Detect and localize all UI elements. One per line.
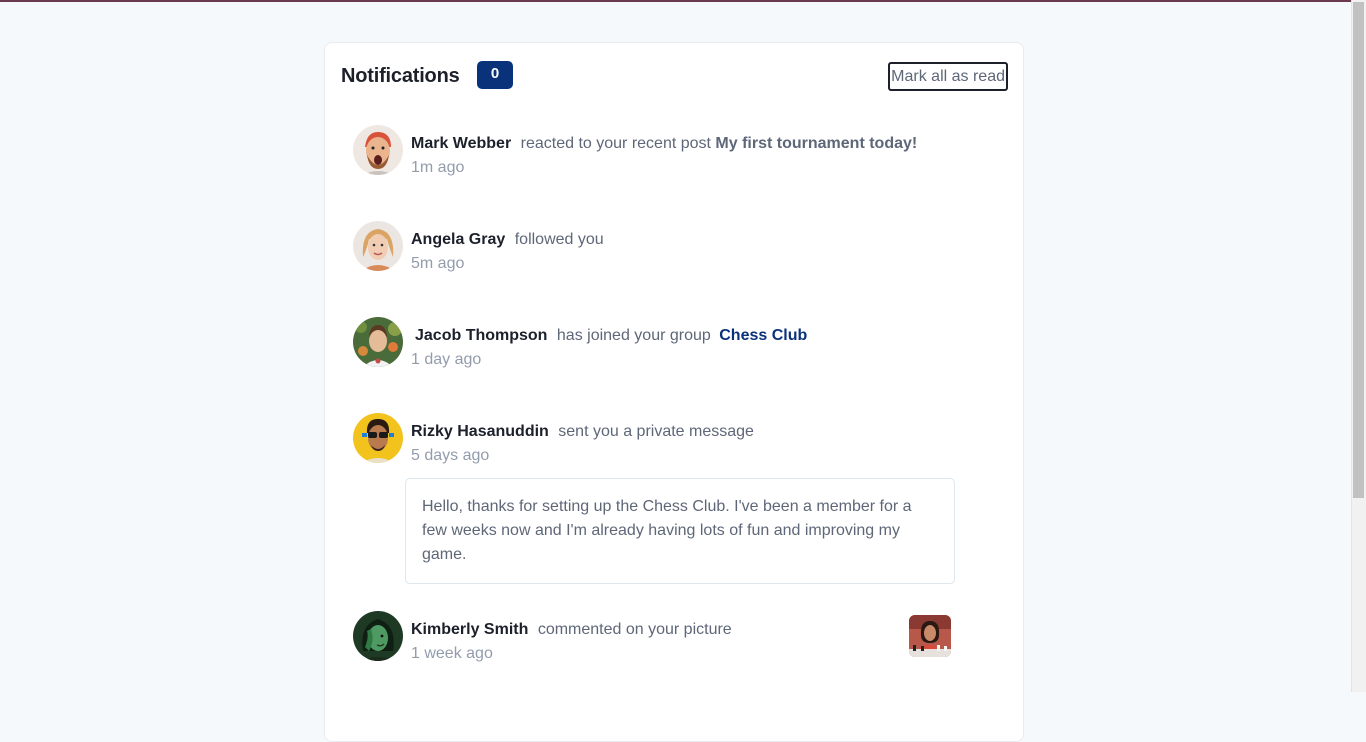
group-link[interactable]: Chess Club (719, 327, 807, 344)
notification-text: Kimberly Smith commented on your picture (411, 621, 732, 639)
mark-all-as-read-button[interactable]: Mark all as read (888, 62, 1008, 91)
chess-picture-thumbnail-icon[interactable] (909, 615, 951, 657)
unread-count-badge: 0 (477, 61, 513, 89)
user-name[interactable]: Mark Webber (411, 135, 511, 152)
notification-action: commented on your picture (537, 621, 732, 638)
user-name[interactable]: Kimberly Smith (411, 621, 528, 638)
notification-time: 1 day ago (411, 351, 482, 368)
user-name[interactable]: Jacob Thompson (415, 327, 547, 344)
notification-time: 1 week ago (411, 645, 493, 662)
page-top-border (0, 0, 1366, 2)
post-link[interactable]: My first tournament today! (715, 135, 917, 152)
notification-time: 1m ago (411, 159, 465, 176)
user-name[interactable]: Rizky Hasanuddin (411, 423, 549, 440)
notification-action: sent you a private message (558, 423, 754, 440)
avatar-icon[interactable] (353, 317, 403, 367)
user-name[interactable]: Angela Gray (411, 231, 505, 248)
avatar-icon[interactable] (353, 611, 403, 661)
notification-action: followed you (514, 231, 604, 248)
notification-time: 5m ago (411, 255, 465, 272)
page-scrollbar[interactable] (1351, 0, 1366, 692)
notification-text: Mark Webber reacted to your recent post … (411, 135, 917, 153)
notifications-card: Notifications 0 Mark all as read Mark We… (324, 42, 1024, 742)
avatar-icon[interactable] (353, 125, 403, 175)
private-message[interactable]: Hello, thanks for setting up the Chess C… (405, 478, 955, 584)
notification-text: Rizky Hasanuddin sent you a private mess… (411, 423, 754, 441)
notification-text: Jacob Thompson has joined your group Che… (411, 327, 807, 345)
avatar-icon[interactable] (353, 413, 403, 463)
notification-text: Angela Gray followed you (411, 231, 604, 249)
notification-action: has joined your group (556, 327, 711, 344)
avatar-icon[interactable] (353, 221, 403, 271)
notification-time: 5 days ago (411, 447, 490, 464)
page-title: Notifications (341, 65, 460, 87)
notification-action: reacted to your recent post (520, 135, 711, 152)
notifications-header: Notifications 0 Mark all as read (341, 61, 1008, 95)
scrollbar-thumb[interactable] (1353, 2, 1364, 498)
